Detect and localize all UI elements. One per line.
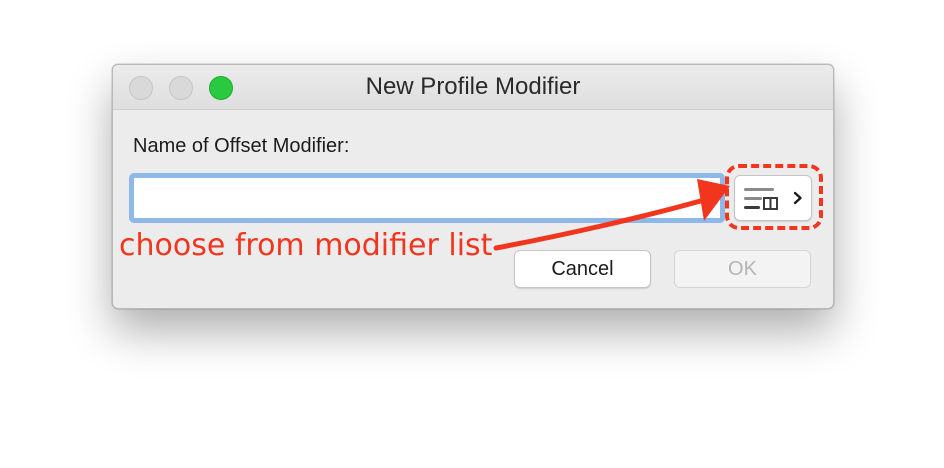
modifier-name-input[interactable] bbox=[129, 173, 725, 223]
screenshot-stage: New Profile Modifier Name of Offset Modi… bbox=[0, 0, 944, 468]
window-title: New Profile Modifier bbox=[365, 73, 581, 100]
dialog-window: New Profile Modifier Name of Offset Modi… bbox=[112, 64, 834, 309]
name-field-label: Name of Offset Modifier: bbox=[133, 135, 350, 157]
annotation-label: choose from modifier list bbox=[119, 228, 493, 263]
cancel-button[interactable]: Cancel bbox=[514, 250, 651, 288]
title-bar: New Profile Modifier bbox=[113, 65, 833, 110]
ok-button[interactable]: OK bbox=[674, 250, 811, 288]
highlight-dashed-box bbox=[725, 164, 823, 230]
